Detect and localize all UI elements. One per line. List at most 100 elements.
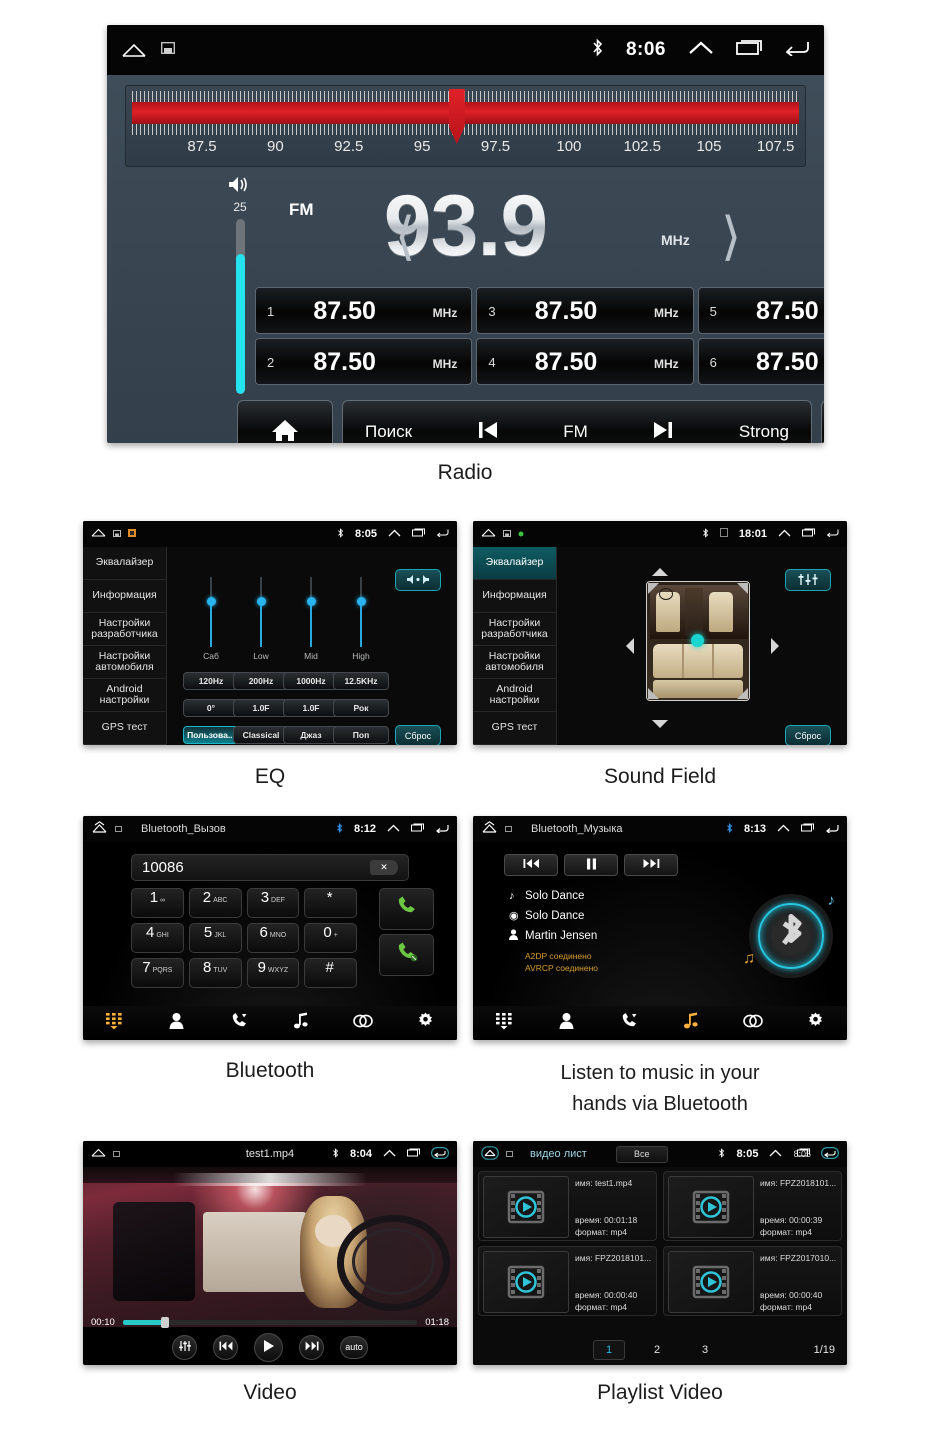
nav-dialpad[interactable] (83, 1006, 145, 1040)
eq-slider-low[interactable]: Low (241, 577, 281, 661)
menu-item-android-settings[interactable]: Android настройки (83, 679, 166, 712)
eq-value-button[interactable]: 1.0F (283, 699, 339, 717)
nav-music[interactable] (660, 1006, 722, 1040)
previous-track-button[interactable] (504, 854, 558, 876)
key-1[interactable]: 1 ∞ (131, 888, 184, 918)
eq-value-button[interactable]: Рок (333, 699, 389, 717)
preset-button[interactable]: 5 87.50 MHz (697, 287, 824, 334)
back-icon[interactable] (826, 528, 839, 540)
key-3[interactable]: 3 DEF (246, 888, 300, 918)
recents-icon[interactable] (801, 823, 814, 835)
key-hash[interactable]: # (304, 958, 357, 988)
preset-button[interactable]: 2 87.50 MHz (255, 338, 473, 385)
nav-contacts[interactable] (145, 1006, 207, 1040)
chevron-up-icon[interactable] (777, 823, 790, 835)
nav-call-history[interactable] (598, 1006, 660, 1040)
eq-freq-button[interactable]: 120Hz (183, 672, 239, 690)
menu-item-developer-settings[interactable]: Настройки разработчика (83, 613, 166, 646)
skip-next-icon[interactable] (651, 418, 675, 444)
video-frame[interactable] (83, 1167, 457, 1327)
video-play-button[interactable] (254, 1332, 283, 1362)
nav-settings[interactable] (395, 1006, 457, 1040)
video-item[interactable]: имя: FPZ2018101... время: 00:00:39 форма… (663, 1171, 842, 1241)
chevron-right-icon[interactable]: ⟩ (721, 207, 741, 267)
video-item[interactable]: имя: test1.mp4 время: 00:01:18 формат: m… (478, 1171, 657, 1241)
reset-button[interactable]: Сброс (785, 725, 831, 745)
key-9[interactable]: 9 WXYZ (246, 958, 300, 988)
video-seek-bar[interactable]: 00:10 01:18 (83, 1313, 457, 1331)
nav-contacts[interactable] (535, 1006, 597, 1040)
menu-item-information[interactable]: Информация (83, 580, 166, 613)
video-item[interactable]: имя: FPZ2017010... время: 00:00:40 форма… (663, 1246, 842, 1316)
video-thumbnail[interactable] (483, 1251, 569, 1313)
key-7[interactable]: 7 PQRS (131, 958, 184, 988)
key-5[interactable]: 5 JKL (188, 923, 242, 953)
backspace-icon[interactable]: ✕ (370, 860, 398, 875)
home-icon[interactable] (91, 1148, 106, 1160)
key-4[interactable]: 4 GHI (131, 923, 184, 953)
eq-slider-high[interactable]: High (341, 577, 381, 661)
eq-preset-button[interactable]: Пользова... (183, 726, 239, 744)
page-3[interactable]: 3 (689, 1340, 721, 1360)
back-icon[interactable] (784, 39, 810, 61)
key-8[interactable]: 8 TUV (188, 958, 242, 988)
screenshot-icon[interactable] (161, 41, 175, 59)
chevron-up-icon[interactable] (688, 40, 714, 61)
home-icon[interactable] (121, 42, 147, 58)
video-previous-button[interactable] (213, 1334, 238, 1360)
eq-preset-button[interactable]: Джаз (283, 726, 339, 744)
video-item[interactable]: имя: FPZ2018101... время: 00:00:40 форма… (478, 1246, 657, 1316)
nav-settings[interactable] (785, 1006, 847, 1040)
key-2[interactable]: 2 ABC (188, 888, 242, 918)
reset-button[interactable]: Сброс (395, 725, 441, 745)
video-thumbnail[interactable] (483, 1176, 569, 1238)
recents-icon[interactable] (736, 39, 762, 61)
home-icon[interactable] (91, 821, 108, 837)
back-icon[interactable] (825, 823, 839, 836)
tuner-needle[interactable] (448, 89, 465, 144)
strong-button[interactable]: Strong (739, 422, 789, 442)
arrow-left-icon[interactable] (625, 637, 635, 660)
home-icon[interactable] (481, 1145, 499, 1163)
nav-link[interactable] (722, 1006, 784, 1040)
arrow-up-icon[interactable] (651, 564, 669, 582)
menu-item-car-settings[interactable]: Настройки автомобиля (473, 646, 556, 679)
menu-item-information[interactable]: Информация (473, 580, 556, 613)
nav-call-history[interactable] (208, 1006, 270, 1040)
eq-value-button[interactable]: 0° (183, 699, 239, 717)
back-icon[interactable] (821, 1146, 839, 1162)
chevron-up-icon[interactable] (388, 528, 401, 540)
phone-number-input[interactable]: 10086 ✕ (131, 854, 409, 881)
recents-icon[interactable] (412, 528, 425, 540)
preset-button[interactable]: 3 87.50 MHz (476, 287, 694, 334)
search-button[interactable]: Поиск (365, 422, 412, 442)
chevron-up-icon[interactable] (383, 1148, 396, 1160)
eq-slider-sub[interactable]: Саб (191, 577, 231, 661)
video-eq-button[interactable] (172, 1334, 197, 1360)
key-6[interactable]: 6 MNO (246, 923, 300, 953)
call-button[interactable] (379, 888, 434, 930)
arrow-down-icon[interactable] (651, 716, 669, 734)
home-icon[interactable] (91, 528, 106, 540)
nav-link[interactable] (332, 1006, 394, 1040)
eq-preset-button[interactable]: Поп (333, 726, 389, 744)
eq-slider-mid[interactable]: Mid (291, 577, 331, 661)
chevron-up-icon[interactable] (778, 528, 791, 540)
page-2[interactable]: 2 (641, 1340, 673, 1360)
recents-icon[interactable] (802, 528, 815, 540)
preset-button[interactable]: 4 87.50 MHz (476, 338, 694, 385)
eq-freq-button[interactable]: 12.5KHz (333, 672, 389, 690)
preset-button[interactable]: 1 87.50 MHz (255, 287, 473, 334)
eq-freq-button[interactable]: 1000Hz (283, 672, 339, 690)
eq-preset-button[interactable]: Classical (233, 726, 289, 744)
menu-item-equalizer[interactable]: Эквалайзер (83, 547, 166, 580)
skip-previous-icon[interactable] (476, 418, 500, 444)
menu-item-gps-test[interactable]: GPS тест (83, 712, 166, 745)
menu-item-gps-test[interactable]: GPS тест (473, 712, 556, 745)
back-icon[interactable] (436, 528, 449, 540)
key-star[interactable]: * (304, 888, 357, 918)
menu-item-car-settings[interactable]: Настройки автомобиля (83, 646, 166, 679)
band-toggle-button[interactable]: FM (563, 422, 588, 442)
car-cabin-image[interactable] (646, 581, 750, 701)
hangup-button[interactable] (379, 934, 434, 976)
